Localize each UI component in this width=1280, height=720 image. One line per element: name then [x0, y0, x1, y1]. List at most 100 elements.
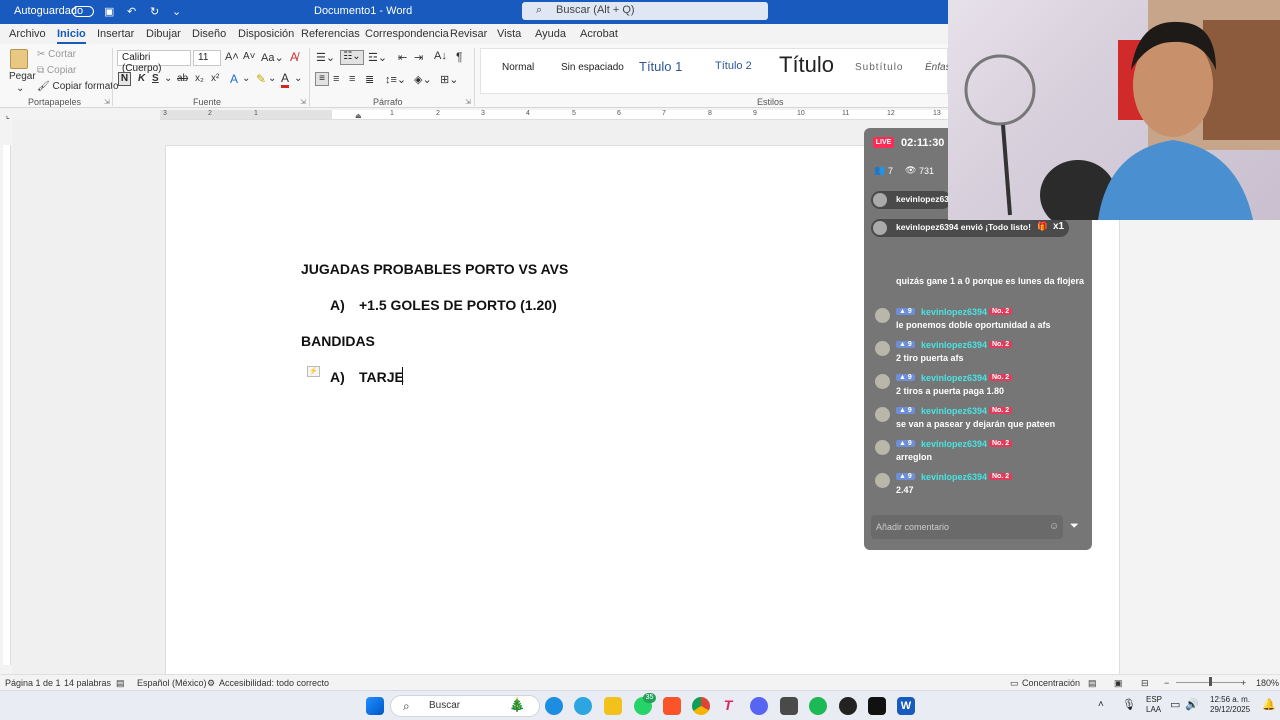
zoom-slider-thumb[interactable] — [1209, 677, 1212, 686]
font-color-icon[interactable]: A — [281, 71, 290, 88]
paste-icon[interactable] — [10, 49, 28, 69]
focus-mode-button[interactable]: Concentración — [1022, 678, 1080, 688]
obs-icon[interactable] — [839, 697, 857, 715]
text-effects-chevron-icon[interactable]: ⌄ — [242, 73, 250, 84]
network-icon[interactable]: ▭ — [1170, 698, 1180, 711]
strikethrough-icon[interactable]: ab — [177, 73, 188, 84]
tab-inicio[interactable]: Inicio — [57, 28, 86, 44]
underline-chevron-icon[interactable]: ⌄ — [164, 73, 172, 84]
tab-dibujar[interactable]: Dibujar — [146, 28, 181, 40]
font-name-select[interactable]: Calibri (Cuerpo) — [117, 50, 191, 74]
chrome-icon[interactable] — [692, 697, 710, 715]
superscript-icon[interactable]: x² — [211, 73, 219, 84]
style-no-spacing[interactable]: Sin espaciado — [561, 62, 624, 73]
indent-marker-icon[interactable]: ⏏ — [355, 112, 362, 120]
copy-button[interactable]: ⧉ Copiar — [37, 65, 76, 76]
show-marks-icon[interactable]: ¶ — [456, 50, 462, 64]
clipboard-launcher-icon[interactable]: ⇲ — [104, 98, 110, 106]
tab-disposicion[interactable]: Disposición — [238, 28, 294, 40]
vertical-ruler[interactable] — [3, 145, 11, 665]
web-layout-icon[interactable]: ⊟ — [1141, 678, 1149, 689]
print-layout-icon[interactable]: ▣ — [1114, 678, 1123, 689]
read-mode-icon[interactable]: ▤ — [1088, 678, 1097, 689]
redo-icon[interactable]: ↻ — [150, 5, 159, 18]
highlight-icon[interactable]: ✎ — [256, 72, 266, 86]
page-count[interactable]: Página 1 de 1 — [5, 678, 61, 688]
brave-icon[interactable] — [663, 697, 681, 715]
format-painter-button[interactable]: 🖌 Copiar formato — [37, 81, 119, 92]
clear-format-icon[interactable]: A̸ — [290, 50, 298, 64]
bold-button[interactable]: N — [118, 72, 131, 86]
comment-username[interactable]: kevinlopez6394 — [921, 307, 987, 317]
emoji-icon[interactable]: ☺ — [1049, 521, 1059, 532]
paste-chevron-icon[interactable]: ⌄ — [16, 83, 24, 94]
style-emphasis[interactable]: Énfas — [925, 62, 951, 73]
underline-button[interactable]: S — [152, 73, 159, 84]
paragraph-launcher-icon[interactable]: ⇲ — [465, 98, 471, 106]
comment-username[interactable]: kevinlopez6394 — [921, 439, 987, 449]
borders-icon[interactable]: ⊞⌄ — [440, 73, 458, 86]
pinned-user-pill[interactable]: kevinlopez63 — [871, 191, 951, 209]
zoom-level[interactable]: 180% — [1256, 678, 1279, 688]
word-count[interactable]: 14 palabras — [64, 678, 111, 688]
text-effects-icon[interactable]: A — [230, 72, 238, 86]
style-normal[interactable]: Normal — [502, 62, 534, 73]
highlight-chevron-icon[interactable]: ⌄ — [268, 73, 276, 84]
paste-button[interactable]: Pegar — [9, 71, 36, 82]
font-color-chevron-icon[interactable]: ⌄ — [294, 73, 302, 84]
comment-username[interactable]: kevinlopez6394 — [921, 340, 987, 350]
comment-username[interactable]: kevinlopez6394 — [921, 406, 987, 416]
style-subtitle[interactable]: Subtítulo — [855, 62, 903, 73]
align-right-icon[interactable]: ≡ — [349, 73, 355, 85]
style-heading-1[interactable]: Título 1 — [639, 59, 682, 74]
accessibility-status[interactable]: Accesibilidad: todo correcto — [219, 678, 329, 688]
horizontal-ruler[interactable]: 3 2 1 ⏏ 1 2 3 4 5 6 7 8 9 10 11 12 13 — [160, 110, 948, 120]
sort-icon[interactable]: A↓ — [434, 50, 447, 62]
align-left-icon[interactable]: ≡ — [315, 72, 329, 86]
doc-subheading[interactable]: BANDIDAS — [301, 333, 375, 349]
tab-archivo[interactable]: Archivo — [9, 28, 46, 40]
zoom-out-icon[interactable]: − — [1164, 678, 1169, 688]
zoom-in-icon[interactable]: + — [1241, 678, 1246, 688]
input-language[interactable]: ESP LAA — [1146, 695, 1162, 715]
grow-font-icon[interactable]: A˄ — [225, 51, 239, 63]
cut-button[interactable]: ✂ Cortar — [37, 49, 76, 60]
volume-icon[interactable]: 🔊 — [1185, 698, 1199, 711]
doc-list-item-current[interactable]: TARJE — [359, 369, 404, 385]
decrease-indent-icon[interactable]: ⇤ — [398, 51, 407, 64]
tab-referencias[interactable]: Referencias — [301, 28, 360, 40]
justify-icon[interactable]: ≣ — [365, 73, 374, 86]
microphone-icon[interactable]: 🎙 — [1122, 698, 1136, 711]
calculator-icon[interactable] — [780, 697, 798, 715]
change-case-icon[interactable]: Aa⌄ — [261, 51, 284, 64]
telegram-icon[interactable] — [574, 697, 592, 715]
line-spacing-icon[interactable]: ↕≡⌄ — [385, 73, 406, 86]
tiktok-live-icon[interactable] — [868, 697, 886, 715]
tab-vista[interactable]: Vista — [497, 28, 521, 40]
taskbar-search[interactable]: ⌕ Buscar 🎄 — [390, 695, 540, 717]
shrink-font-icon[interactable]: A˅ — [243, 51, 256, 62]
search-input[interactable]: ⌕ Buscar (Alt + Q) — [522, 2, 768, 20]
comment-input[interactable]: Añadir comentario ☺ — [871, 515, 1063, 539]
proofing-icon[interactable]: ▤ — [116, 678, 125, 689]
font-size-select[interactable]: 11 — [193, 50, 221, 66]
tab-selector-icon[interactable]: ⌞ — [6, 111, 10, 120]
spotify-icon[interactable] — [809, 697, 827, 715]
tab-diseno[interactable]: Diseño — [192, 28, 226, 40]
typora-icon[interactable]: T — [719, 697, 737, 715]
autosave-toggle[interactable] — [72, 6, 94, 17]
word-icon[interactable]: W — [897, 697, 915, 715]
italic-button[interactable]: K — [138, 73, 145, 84]
customize-chevron-icon[interactable]: ⌄ — [172, 5, 181, 18]
style-title[interactable]: Título — [779, 52, 834, 78]
notifications-icon[interactable]: 🔔 — [1262, 698, 1276, 711]
autocorrect-options-icon[interactable]: ⚡ — [307, 366, 320, 377]
align-center-icon[interactable]: ≡ — [333, 73, 339, 85]
multilevel-list-icon[interactable]: ☲⌄ — [368, 51, 387, 64]
tab-ayuda[interactable]: Ayuda — [535, 28, 566, 40]
edge-icon[interactable] — [545, 697, 563, 715]
shading-icon[interactable]: ◈⌄ — [414, 73, 432, 86]
language-status[interactable]: Español (México) — [137, 678, 207, 688]
doc-heading[interactable]: JUGADAS PROBABLES PORTO VS AVS — [301, 261, 568, 277]
comment-username[interactable]: kevinlopez6394 — [921, 472, 987, 482]
